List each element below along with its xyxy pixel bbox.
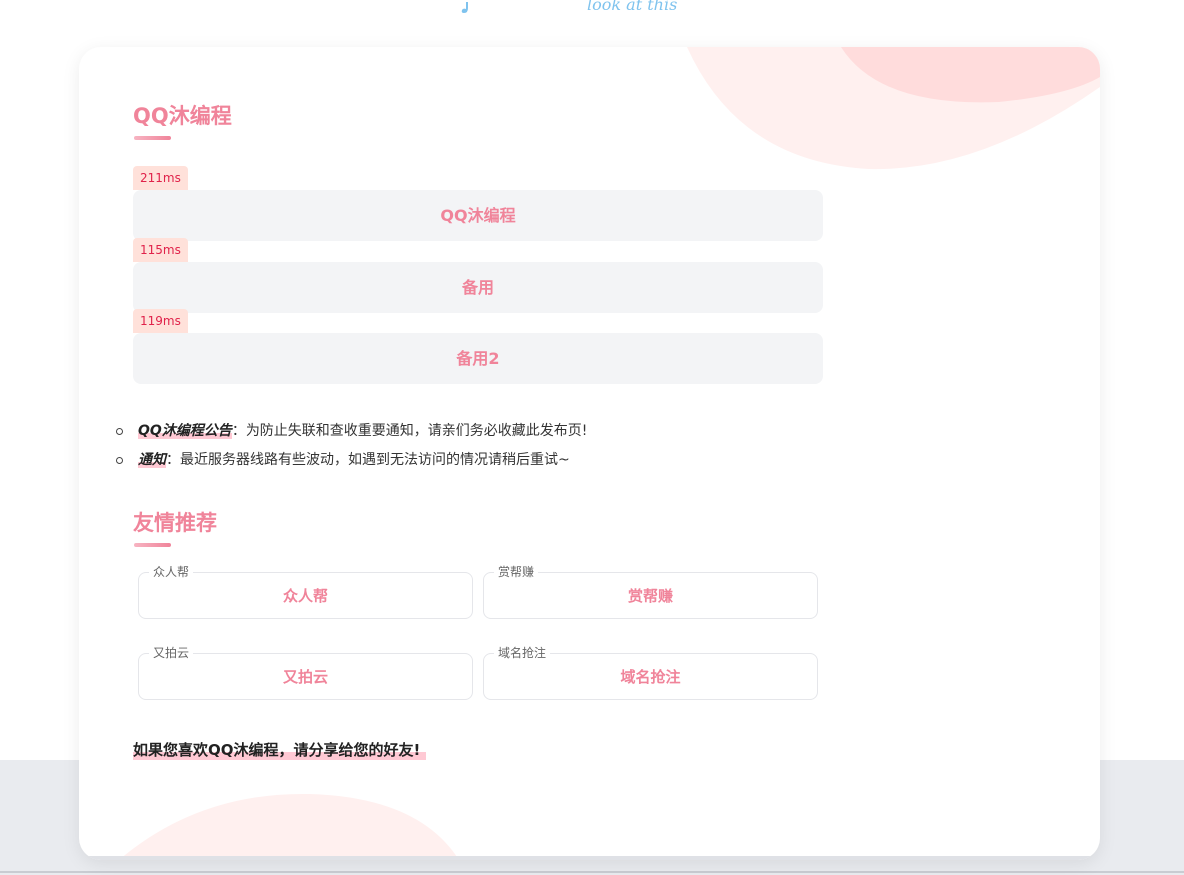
notice-list: QQ沐编程公告：为防止失联和查收重要通知，请亲们务必收藏此发布页! 通知：最近服… — [116, 417, 587, 475]
notice-label: 通知 — [138, 452, 166, 468]
friend-legend: 又拍云 — [149, 645, 194, 661]
header-decoration: look at this — [461, 0, 677, 14]
friend-name: 域名抢注 — [620, 668, 681, 686]
music-note-icon — [461, 2, 468, 13]
bullet-icon — [116, 457, 123, 464]
notice-separator: ： — [231, 423, 246, 439]
friend-link-card[interactable]: 赏帮赚 赏帮赚 — [483, 564, 818, 619]
page-bottom-line — [0, 871, 1184, 873]
friends-title: 友情推荐 — [133, 511, 217, 535]
bullet-icon — [116, 428, 123, 435]
friend-name: 众人帮 — [282, 587, 328, 605]
friend-legend: 域名抢注 — [494, 645, 551, 661]
blob-bottom — [119, 793, 459, 860]
ping-badge: 115ms — [133, 238, 188, 262]
main-title-underline — [134, 136, 171, 140]
friends-title-underline — [134, 543, 171, 547]
friend-link-card[interactable]: 域名抢注 域名抢注 — [483, 645, 818, 700]
line-button-main[interactable]: QQ沐编程 — [133, 190, 823, 241]
card-bottom-strip — [79, 856, 1100, 860]
notice-item: 通知：最近服务器线路有些波动，如遇到无法访问的情况请稍后重试~ — [116, 446, 587, 475]
main-title: QQ沐编程 — [133, 104, 232, 128]
notice-item: QQ沐编程公告：为防止失联和查收重要通知，请亲们务必收藏此发布页! — [116, 417, 587, 446]
friend-legend: 赏帮赚 — [494, 564, 539, 580]
line-button-backup-2[interactable]: 备用2 — [133, 333, 823, 384]
header-deco-text: look at this — [587, 0, 677, 14]
friend-legend: 众人帮 — [149, 564, 194, 580]
notice-separator: ： — [166, 452, 180, 468]
friend-link-card[interactable]: 又拍云 又拍云 — [138, 645, 473, 700]
notice-text: 为防止失联和查收重要通知，请亲们务必收藏此发布页! — [245, 423, 588, 439]
notice-label: QQ沐编程公告 — [138, 423, 232, 439]
friend-name: 又拍云 — [282, 668, 328, 686]
ping-badge: 211ms — [133, 166, 188, 190]
friend-link-card[interactable]: 众人帮 众人帮 — [138, 564, 473, 619]
ping-badge: 119ms — [133, 309, 188, 333]
share-message: 如果您喜欢QQ沐编程，请分享给您的好友! — [133, 739, 427, 760]
friend-name: 赏帮赚 — [627, 587, 673, 605]
notice-text: 最近服务器线路有些波动，如遇到无法访问的情况请稍后重试~ — [180, 452, 570, 468]
line-button-backup[interactable]: 备用 — [133, 262, 823, 313]
main-card: QQ沐编程 211ms QQ沐编程 115ms 备用 119ms 备用2 QQ沐… — [79, 47, 1100, 860]
page: look at this QQ沐编程 211ms QQ沐编程 115ms 备用 … — [0, 0, 1184, 875]
